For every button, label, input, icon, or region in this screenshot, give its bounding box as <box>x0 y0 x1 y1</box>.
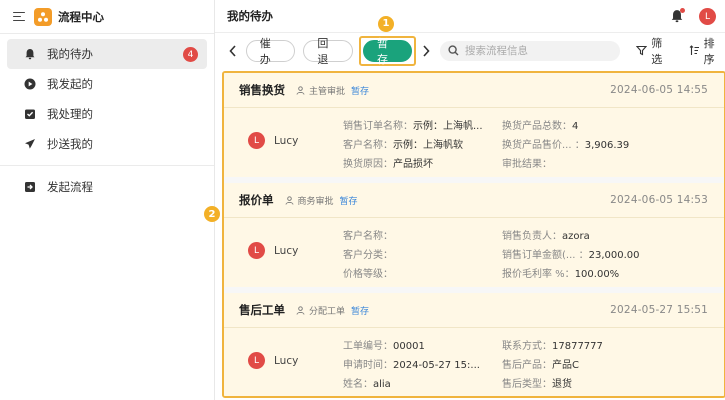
person-name: Lucy <box>274 244 299 257</box>
sidebar-item-label: 抄送我的 <box>47 137 93 151</box>
card-node: 商务审批 <box>285 194 334 207</box>
card-status: 暂存 <box>351 306 370 317</box>
person-name: Lucy <box>274 134 299 147</box>
sidebar: 流程中心 我的待办 4 我发起的 我处理的 抄送我的 发起流程 <box>0 0 215 400</box>
card-field: 换货原因：产品损坏 <box>343 159 433 170</box>
sort-icon <box>689 45 700 56</box>
card-field: 报价毛利率 %：100.00% <box>502 269 620 280</box>
app-title: 流程中心 <box>58 9 104 24</box>
card-field: 换货产品总数：4 <box>502 121 579 132</box>
card-body: L Lucy 销售订单名称：示例：上海帆... 换货产品总数：4 客户名称：示例… <box>224 107 724 172</box>
sidebar-item-label: 我的待办 <box>47 47 93 61</box>
person-name: Lucy <box>274 354 299 367</box>
card-node-label: 分配工单 <box>309 306 346 317</box>
search-input[interactable]: 搜索流程信息 <box>439 40 621 61</box>
card-node-label: 主管审批 <box>309 86 346 97</box>
card-body: L Lucy 客户名称： 销售负责人：azora 客户分类： 销售订单金额(..… <box>224 217 724 282</box>
sort-label: 排序 <box>703 36 715 66</box>
avatar: L <box>248 352 265 369</box>
card-time: 2024-06-05 14:53 <box>610 194 708 206</box>
card-node: 主管审批 <box>296 84 345 97</box>
chevron-left-icon[interactable] <box>225 41 241 61</box>
user-icon <box>285 195 294 205</box>
card-header: 售后工单 分配工单 暂存 2024-05-27 15:51 <box>224 293 724 327</box>
todo-count-badge: 4 <box>183 47 198 62</box>
search-icon <box>448 45 459 56</box>
card-status: 暂存 <box>339 196 358 207</box>
card-person: L Lucy <box>248 132 298 149</box>
card-field: 售后产品：产品C <box>502 360 579 371</box>
card-title: 售后工单 <box>239 303 285 317</box>
card-time: 2024-06-05 14:55 <box>610 84 708 96</box>
card-field: 客户名称： <box>343 231 393 242</box>
sidebar-item-cc[interactable]: 抄送我的 <box>7 129 207 159</box>
app-logo-icon <box>34 7 52 26</box>
card-field: 申请时间：2024-05-27 15:... <box>343 360 480 371</box>
card-title: 报价单 <box>239 193 274 207</box>
card-person: L Lucy <box>248 242 298 259</box>
urge-button[interactable]: 催办 <box>245 37 296 66</box>
user-icon <box>296 305 305 315</box>
save-draft-button[interactable]: 暂存 <box>363 37 413 66</box>
card-title: 销售换货 <box>239 83 285 97</box>
bell-icon <box>24 48 36 60</box>
check-tray-icon <box>24 108 36 120</box>
card-node: 分配工单 <box>296 304 345 317</box>
card-node-label: 商务审批 <box>297 196 334 207</box>
todo-card[interactable]: 销售换货 主管审批 暂存 2024-06-05 14:55 L Lucy 销售订… <box>224 73 724 177</box>
sidebar-header: 流程中心 <box>0 0 214 33</box>
filter-label: 筛选 <box>651 36 663 66</box>
card-field: 换货产品售价... ：3,906.39 <box>502 140 630 151</box>
card-body: L Lucy 工单编号：00001 联系方式：17877777 申请时间：202… <box>224 327 724 392</box>
sort-button[interactable]: 排序 <box>689 35 725 67</box>
card-status: 暂存 <box>351 86 370 97</box>
card-field: 售后类型：退货 <box>502 379 572 390</box>
card-field: 联系方式：17877777 <box>502 341 603 352</box>
annotation-marker-2: 2 <box>204 206 220 222</box>
filter-button[interactable]: 筛选 <box>636 35 672 67</box>
avatar: L <box>248 132 265 149</box>
card-field: 审批结果： <box>502 159 552 170</box>
start-flow-icon <box>24 181 36 193</box>
notification-bell-icon[interactable] <box>670 8 685 23</box>
return-button[interactable]: 回退 <box>303 37 354 66</box>
page-title: 我的待办 <box>227 9 273 23</box>
toolbar: 催办 回退 暂存 1 搜索流程信息 筛选 排序 <box>215 15 725 67</box>
annotation-marker-1: 1 <box>378 15 395 32</box>
top-bar: 我的待办 L <box>215 0 725 33</box>
avatar: L <box>248 242 265 259</box>
search-placeholder: 搜索流程信息 <box>464 45 528 57</box>
card-time: 2024-05-27 15:51 <box>610 304 708 316</box>
sidebar-item-label: 我发起的 <box>47 77 93 91</box>
card-field: 价格等级： <box>343 269 393 280</box>
todo-card[interactable]: 售后工单 分配工单 暂存 2024-05-27 15:51 L Lucy 工单编… <box>224 293 724 396</box>
card-field: 姓名：alia <box>343 379 391 390</box>
card-field: 销售负责人：azora <box>502 231 590 242</box>
card-field: 销售订单名称：示例：上海帆... <box>343 121 483 132</box>
card-field: 客户分类： <box>343 250 393 261</box>
sidebar-item-label: 发起流程 <box>47 180 93 194</box>
sidebar-item-initiated[interactable]: 我发起的 <box>7 69 207 99</box>
menu-icon[interactable] <box>13 11 25 22</box>
todo-card[interactable]: 报价单 商务审批 暂存 2024-06-05 14:53 L Lucy 客户名称… <box>224 183 724 287</box>
card-person: L Lucy <box>248 352 298 369</box>
card-header: 销售换货 主管审批 暂存 2024-06-05 14:55 <box>224 73 724 107</box>
todo-card-list: 销售换货 主管审批 暂存 2024-06-05 14:55 L Lucy 销售订… <box>222 71 725 398</box>
sidebar-item-start-flow[interactable]: 发起流程 <box>7 172 207 202</box>
notification-dot <box>680 8 685 13</box>
card-field: 销售订单金额(... ：23,000.00 <box>502 250 640 261</box>
sidebar-item-label: 我处理的 <box>47 107 93 121</box>
user-avatar[interactable]: L <box>699 8 716 25</box>
sidebar-item-handled[interactable]: 我处理的 <box>7 99 207 129</box>
card-header: 报价单 商务审批 暂存 2024-06-05 14:53 <box>224 183 724 217</box>
chevron-right-icon[interactable] <box>418 41 434 61</box>
card-field: 工单编号：00001 <box>343 341 425 352</box>
filter-icon <box>636 45 648 56</box>
send-icon <box>24 138 36 150</box>
card-field: 客户名称：示例：上海帆软 <box>343 140 463 151</box>
play-circle-icon <box>24 78 36 90</box>
sidebar-item-my-todo[interactable]: 我的待办 4 <box>7 39 207 69</box>
save-button-highlight: 暂存 1 <box>359 15 417 66</box>
user-icon <box>296 85 305 95</box>
